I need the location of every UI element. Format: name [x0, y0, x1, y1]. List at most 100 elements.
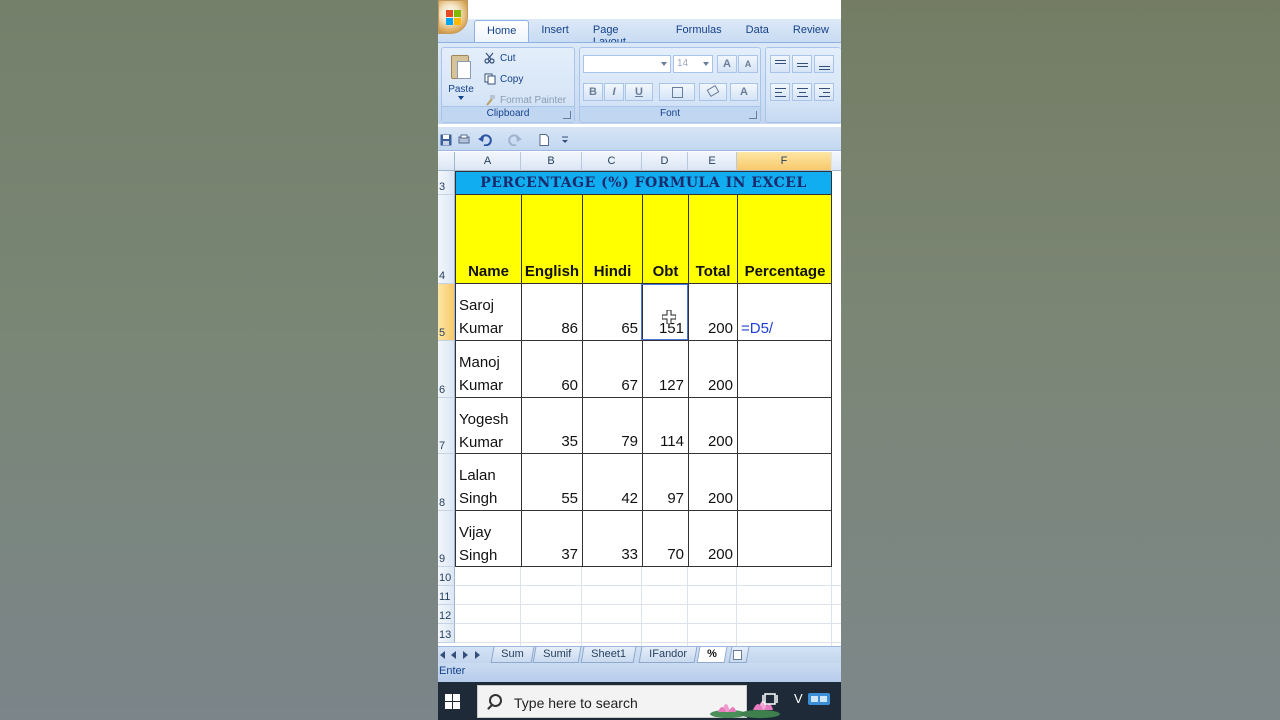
windows-start-icon[interactable]: [445, 694, 460, 709]
header-cell-total[interactable]: Total: [689, 195, 738, 283]
cell-total[interactable]: 200: [689, 284, 738, 340]
cell-obt[interactable]: 97: [643, 454, 689, 510]
cell-obt[interactable]: 70: [643, 511, 689, 566]
cell-hindi[interactable]: 67: [583, 341, 643, 397]
align-middle-button[interactable]: [792, 55, 812, 73]
sheet-tab-percent[interactable]: %: [696, 647, 728, 663]
first-sheet-icon[interactable]: [440, 651, 445, 659]
font-launcher-icon[interactable]: [749, 111, 757, 119]
cell-obt[interactable]: 127: [643, 341, 689, 397]
column-header-d[interactable]: D: [642, 152, 688, 171]
row-header-13[interactable]: 13: [438, 624, 455, 643]
cell-percentage[interactable]: [738, 511, 832, 566]
shrink-font-button[interactable]: A: [738, 55, 758, 73]
underline-button[interactable]: U: [625, 83, 653, 101]
paste-button[interactable]: Paste: [446, 50, 476, 100]
row-header-7[interactable]: 7: [438, 398, 455, 454]
borders-button[interactable]: [659, 83, 695, 101]
cell-english[interactable]: 60: [522, 341, 583, 397]
save-icon[interactable]: [440, 133, 452, 146]
cell-hindi[interactable]: 79: [583, 398, 643, 453]
row-header-5[interactable]: 5: [438, 284, 455, 341]
column-header-e[interactable]: E: [688, 152, 737, 171]
align-center-button[interactable]: [792, 83, 812, 101]
cell-percentage[interactable]: [738, 341, 832, 397]
title-cell[interactable]: PERCENTAGE (%) FORMULA IN EXCEL: [455, 171, 832, 195]
cut-button[interactable]: Cut: [484, 52, 516, 64]
cell-name[interactable]: Manoj Kumar: [456, 341, 522, 397]
worksheet-grid[interactable]: A B C D E F 3 4 5 6 7 8 9 10 11 12 13 PE…: [438, 152, 841, 646]
cell-hindi[interactable]: 33: [583, 511, 643, 566]
cell-english[interactable]: 37: [522, 511, 583, 566]
cell-total[interactable]: 200: [689, 341, 738, 397]
cell-total[interactable]: 200: [689, 511, 738, 566]
cell-name[interactable]: Yogesh Kumar: [456, 398, 522, 453]
italic-button[interactable]: I: [604, 83, 624, 101]
tab-insert[interactable]: Insert: [529, 20, 581, 42]
column-header-f[interactable]: F: [737, 152, 832, 171]
fill-color-button[interactable]: [699, 83, 727, 101]
next-sheet-icon[interactable]: [463, 651, 468, 659]
select-all-corner[interactable]: [438, 152, 455, 171]
row-header-3[interactable]: 3: [438, 171, 455, 195]
column-header-b[interactable]: B: [521, 152, 582, 171]
tab-page-layout[interactable]: Page Layout: [581, 20, 664, 48]
header-cell-hindi[interactable]: Hindi: [583, 195, 643, 283]
insert-sheet-button[interactable]: [728, 647, 750, 663]
prev-sheet-icon[interactable]: [451, 651, 456, 659]
taskbar-app-icon[interactable]: [808, 692, 830, 709]
redo-icon[interactable]: [508, 133, 522, 147]
header-cell-percentage[interactable]: Percentage: [738, 195, 832, 283]
align-top-button[interactable]: [770, 55, 790, 73]
column-header-a[interactable]: A: [455, 152, 521, 171]
header-cell-name[interactable]: Name: [456, 195, 522, 283]
tab-formulas[interactable]: Formulas: [664, 20, 734, 42]
header-cell-obt[interactable]: Obt: [643, 195, 689, 283]
column-header-g[interactable]: [832, 152, 841, 171]
cell-name[interactable]: Saroj Kumar: [456, 284, 522, 340]
row-header-10[interactable]: 10: [438, 567, 455, 586]
tab-review[interactable]: Review: [781, 20, 841, 42]
new-document-icon[interactable]: [538, 133, 550, 146]
align-right-button[interactable]: [814, 83, 834, 101]
cell-percentage[interactable]: [738, 454, 832, 510]
sheet-tab-sumif[interactable]: Sumif: [532, 647, 582, 663]
office-button[interactable]: [438, 0, 468, 34]
align-bottom-button[interactable]: [814, 55, 834, 73]
column-header-c[interactable]: C: [582, 152, 642, 171]
cell-percentage-active[interactable]: =D5/: [738, 284, 832, 340]
font-name-select[interactable]: [583, 55, 671, 73]
cell-percentage[interactable]: [738, 398, 832, 453]
cell-total[interactable]: 200: [689, 398, 738, 453]
cell-english[interactable]: 86: [522, 284, 583, 340]
cell-hindi[interactable]: 65: [583, 284, 643, 340]
row-header-4[interactable]: 4: [438, 195, 455, 284]
row-header-9[interactable]: 9: [438, 511, 455, 567]
bold-button[interactable]: B: [583, 83, 603, 101]
taskbar-search-box[interactable]: Type here to search: [477, 685, 780, 718]
task-view-icon[interactable]: [762, 692, 778, 709]
header-cell-english[interactable]: English: [522, 195, 583, 283]
cell-name[interactable]: Vijay Singh: [456, 511, 522, 566]
cell-hindi[interactable]: 42: [583, 454, 643, 510]
tab-home[interactable]: Home: [474, 20, 530, 42]
tab-data[interactable]: Data: [734, 20, 781, 42]
align-left-button[interactable]: [770, 83, 790, 101]
cell-name[interactable]: Lalan Singh: [456, 454, 522, 510]
sheet-tab-sum[interactable]: Sum: [490, 647, 535, 663]
cell-english[interactable]: 35: [522, 398, 583, 453]
cell-english[interactable]: 55: [522, 454, 583, 510]
cell-total[interactable]: 200: [689, 454, 738, 510]
row-header-11[interactable]: 11: [438, 586, 455, 605]
row-header-8[interactable]: 8: [438, 454, 455, 511]
row-header-12[interactable]: 12: [438, 605, 455, 624]
copy-button[interactable]: Copy: [484, 73, 523, 85]
print-preview-icon[interactable]: [458, 133, 470, 145]
sheet-tab-sheet1[interactable]: Sheet1: [580, 647, 637, 663]
font-size-select[interactable]: 14: [673, 55, 713, 73]
last-sheet-icon[interactable]: [475, 651, 480, 659]
customize-toolbar-icon[interactable]: [560, 133, 572, 145]
clipboard-launcher-icon[interactable]: [563, 111, 571, 119]
grow-font-button[interactable]: A: [717, 55, 737, 73]
cell-obt[interactable]: 114: [643, 398, 689, 453]
